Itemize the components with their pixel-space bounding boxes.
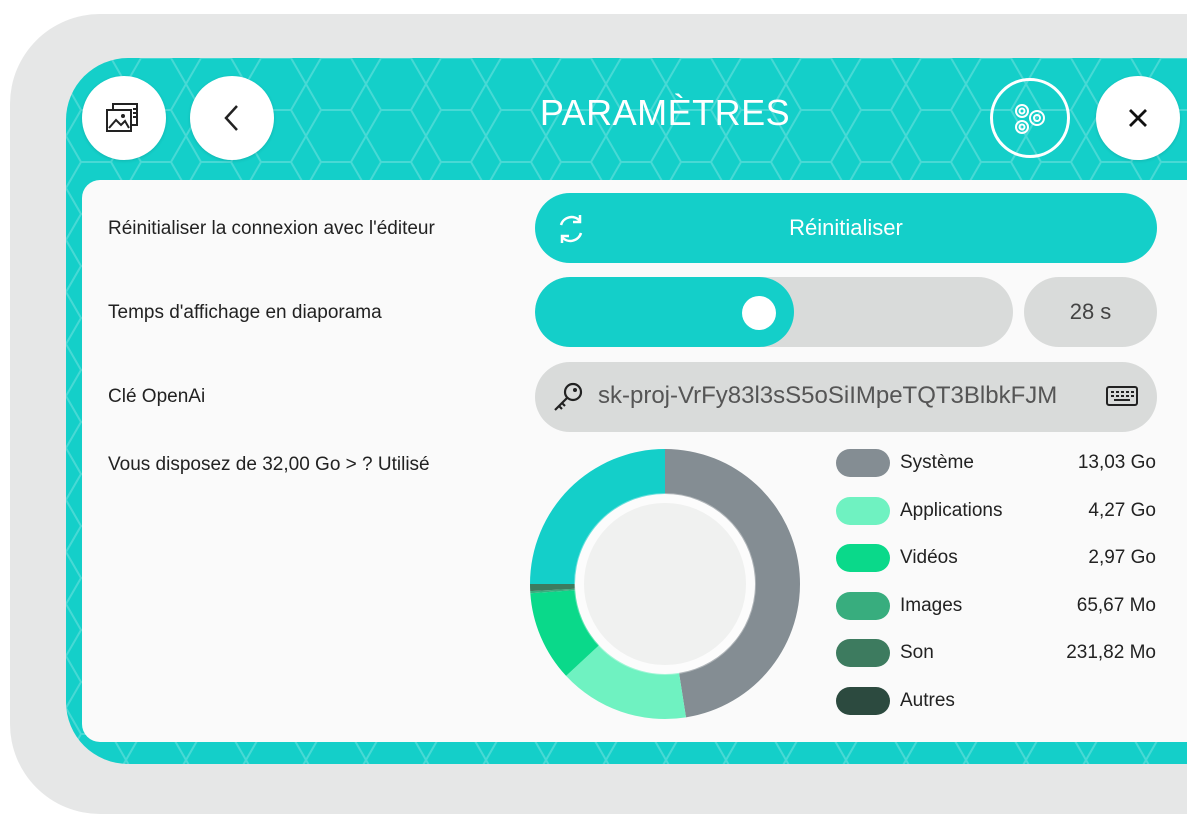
legend-item: Autres (836, 685, 1156, 715)
legend-item: Images 65,67 Mo (836, 590, 1156, 620)
legend-label: Son (900, 642, 934, 663)
back-button[interactable] (190, 76, 274, 160)
legend-swatch (836, 591, 890, 620)
legend-value: 13,03 Go (1077, 452, 1156, 473)
legend-item: Son 231,82 Mo (836, 637, 1156, 667)
storage-donut-chart (530, 449, 800, 719)
legend-value: 2,97 Go (1088, 547, 1156, 568)
legend-item: Applications 4,27 Go (836, 495, 1156, 525)
storage-label: Vous disposez de 32,00 Go > ? Utilisé (108, 454, 430, 475)
legend-label: Applications (900, 499, 1003, 521)
gallery-icon (106, 103, 138, 132)
reset-button[interactable]: Réinitialiser (535, 193, 1157, 263)
advanced-settings-button[interactable] (990, 78, 1070, 158)
close-button[interactable] (1096, 76, 1180, 160)
legend-value: 65,67 Mo (1076, 594, 1156, 616)
slideshow-duration-value: 28 s (1024, 277, 1157, 347)
legend-swatch (836, 686, 890, 715)
donut-center (584, 503, 746, 665)
legend-value: 4,27 Go (1088, 499, 1156, 521)
gears-icon (1015, 104, 1045, 134)
close-icon (1129, 109, 1147, 127)
chevron-left-icon (224, 105, 238, 131)
keyboard-icon (1106, 386, 1138, 406)
keyboard-button[interactable] (1105, 384, 1141, 410)
key-icon (554, 382, 583, 411)
slideshow-label: Temps d'affichage en diaporama (108, 302, 382, 323)
legend-label: Système (900, 452, 974, 473)
legend-swatch (836, 496, 890, 525)
slideshow-duration-slider[interactable] (535, 277, 1013, 347)
openai-key-input[interactable] (598, 376, 1094, 416)
legend-label: Vidéos (900, 547, 958, 568)
legend-swatch (836, 544, 890, 572)
reset-label: Réinitialiser la connexion avec l'éditeu… (108, 218, 435, 239)
legend-item: Vidéos 2,97 Go (836, 542, 1156, 572)
openai-key-field[interactable] (535, 362, 1157, 432)
gallery-button[interactable] (82, 76, 166, 160)
legend-swatch (836, 449, 890, 477)
openai-key-label: Clé OpenAi (108, 386, 206, 407)
legend-label: Autres (900, 689, 955, 711)
reset-button-label: Réinitialiser (789, 215, 903, 240)
legend-value: 231,82 Mo (1066, 642, 1156, 663)
legend-label: Images (900, 594, 963, 616)
page-title: PARAMÈTRES (539, 92, 791, 133)
legend-swatch (836, 639, 890, 667)
legend-item: Système 13,03 Go (836, 447, 1156, 477)
